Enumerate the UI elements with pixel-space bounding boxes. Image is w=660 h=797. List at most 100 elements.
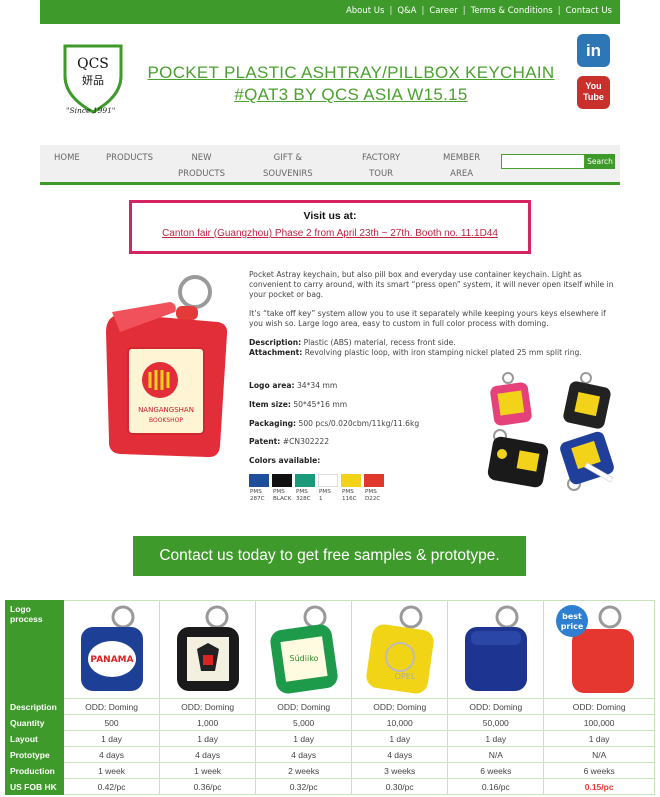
nav-factory-line2: TOUR [369,169,394,179]
qa-link[interactable]: Q&A [397,6,416,16]
row-header: US FOB HK [5,778,64,795]
logo-chinese-text: 妍品 [82,73,104,87]
table-cell: 100,000 [543,714,655,731]
color-swatch-label: PMS BLACK [273,489,295,502]
patent-label: Patent: [249,437,281,446]
separator: | [462,6,466,16]
nav-member-line1: MEMBER [443,153,481,163]
row-header: Production [5,762,64,779]
terms-link[interactable]: Terms & Conditions [471,6,553,16]
keychain-image-cell: Súdiiko [255,600,353,699]
page-title-line2: #QAT3 BY QCS ASIA W15.15 [234,85,468,104]
packaging-label: Packaging: [249,419,297,428]
row-header: Quantity [5,714,64,731]
colors-label-text: Colors available: [249,456,321,465]
canton-fair-link[interactable]: Canton fair (Guangzhou) Phase 2 from Apr… [132,228,528,239]
table-cell: 1 day [543,730,655,747]
product-description: Pocket Astray keychain, but also pill bo… [249,270,619,358]
table-cell: 0.36/pc [159,778,257,795]
contact-cta-banner[interactable]: Contact us today to get free samples & p… [133,536,526,576]
material-label: Description: [249,338,302,347]
keychain-image-yellow: OPEL [366,605,434,693]
table-cell: 1,000 [159,714,257,731]
visit-title: Visit us at: [303,210,357,222]
table-row: Description ODD: Doming ODD: Doming ODD:… [5,698,655,715]
table-cell: N/A [543,746,655,763]
table-cell: ODD: Doming [447,698,545,715]
material-line: Description: Plastic (ABS) material, rec… [249,338,619,348]
table-cell: 0.16/pc [447,778,545,795]
top-links: About Us | Q&A | Career | Terms & Conditions | C… [346,6,612,16]
nav-gift-souvenirs[interactable]: GIFT & SOUVENIRS [263,150,313,182]
description-paragraph-2: It’s “take off key” system allow you to … [249,309,606,328]
about-us-link[interactable]: About Us [346,6,384,16]
swatch-label-line2: 328C [296,495,311,502]
youtube-icon[interactable]: You Tube [577,76,610,109]
color-swatch [272,474,292,487]
table-cell: ODD: Doming [351,698,449,715]
color-swatch-label: PMS 328C [296,489,318,502]
color-swatch [318,474,338,487]
keychain-image-navy [464,605,527,691]
table-cell: 1 day [62,730,161,747]
visit-us-box: Visit us at: Canton fair (Guangzhou) Pha… [129,200,531,254]
swatch-label-line2: BLACK [273,495,292,502]
attachment-label: Attachment: [249,348,303,357]
search-input[interactable] [501,154,585,169]
attachment-line: Attachment: Revolving plastic loop, with… [249,348,619,358]
color-swatch-label: PMS 116C [342,489,364,502]
linkedin-icon[interactable]: in [577,34,610,67]
table-cell: 10,000 [351,714,449,731]
color-swatch-label: PMS 287C [250,489,272,502]
top-bar: About Us | Q&A | Career | Terms & Conditions | C… [40,0,620,24]
table-row: Layout 1 day 1 day 1 day 1 day 1 day 1 d… [5,730,655,747]
nav-new-products-line1: NEW [191,153,212,163]
best-price-text-2: price [561,622,584,631]
color-swatch [295,474,315,487]
nav-new-products[interactable]: NEW PRODUCTS [178,150,225,182]
nav-products[interactable]: PRODUCTS [106,150,153,166]
best-price-badge [556,604,589,637]
since-text: "Since 1991" [66,106,116,115]
swatch-label-line2: D22C [365,495,381,502]
keychain-image-green: Súdiiko [270,605,338,693]
contact-us-link[interactable]: Contact Us [566,6,612,16]
logo-process-row: Logo process PANAMA Súdiiko OPEL best pr… [5,600,655,699]
nav-factory-tour[interactable]: FACTORY TOUR [362,150,400,182]
logo-text: QCS [77,56,109,72]
table-cell: 4 days [62,746,161,763]
best-price-cell: 0.15/pc [543,778,655,795]
row-header: Layout [5,730,64,747]
career-link[interactable]: Career [429,6,457,16]
table-cell: 5,000 [255,714,353,731]
logo-process-header: Logo process [5,600,64,699]
logo-area-value: 34*34 mm [296,381,338,390]
product-image-text-1: NANGANGSHAN [138,406,194,414]
packaging-spec: Packaging: 500 pcs/0.020cbm/11kg/11.6kg [249,419,419,428]
item-size-value: 50*45*16 mm [293,400,348,409]
table-cell: 2 weeks [255,762,353,779]
table-cell: ODD: Doming [62,698,161,715]
nav-gift-line2: SOUVENIRS [263,169,313,179]
page-title-line1: POCKET PLASTIC ASHTRAY/PILLBOX KEYCHAIN [147,63,555,82]
nav-home[interactable]: HOME [54,150,80,166]
color-swatch [341,474,361,487]
nav-member-area[interactable]: MEMBER AREA [443,150,480,182]
patent-value: #CN302222 [282,437,330,446]
product-image: NANGANGSHAN BOOKSHOP [106,275,228,458]
swatch-label-line2: 1 [319,495,323,502]
table-row: Quantity 500 1,000 5,000 10,000 50,000 1… [5,714,655,731]
table-row: Prototype 4 days 4 days 4 days 4 days N/… [5,746,655,763]
table-row: US FOB HK 0.42/pc 0.36/pc 0.32/pc 0.30/p… [5,778,655,795]
search-button[interactable]: Search [585,154,615,169]
colors-available-label: Colors available: [249,456,320,465]
table-cell: N/A [447,746,545,763]
keychain-image-cell: OPEL [351,600,449,699]
table-cell: 1 day [447,730,545,747]
nav-member-line2: AREA [450,169,474,179]
nav-new-products-line2: PRODUCTS [178,169,226,179]
table-cell: 1 day [255,730,353,747]
table-cell: 500 [62,714,161,731]
table-cell: 1 day [159,730,257,747]
keychain-image-cell: best price [543,600,655,699]
